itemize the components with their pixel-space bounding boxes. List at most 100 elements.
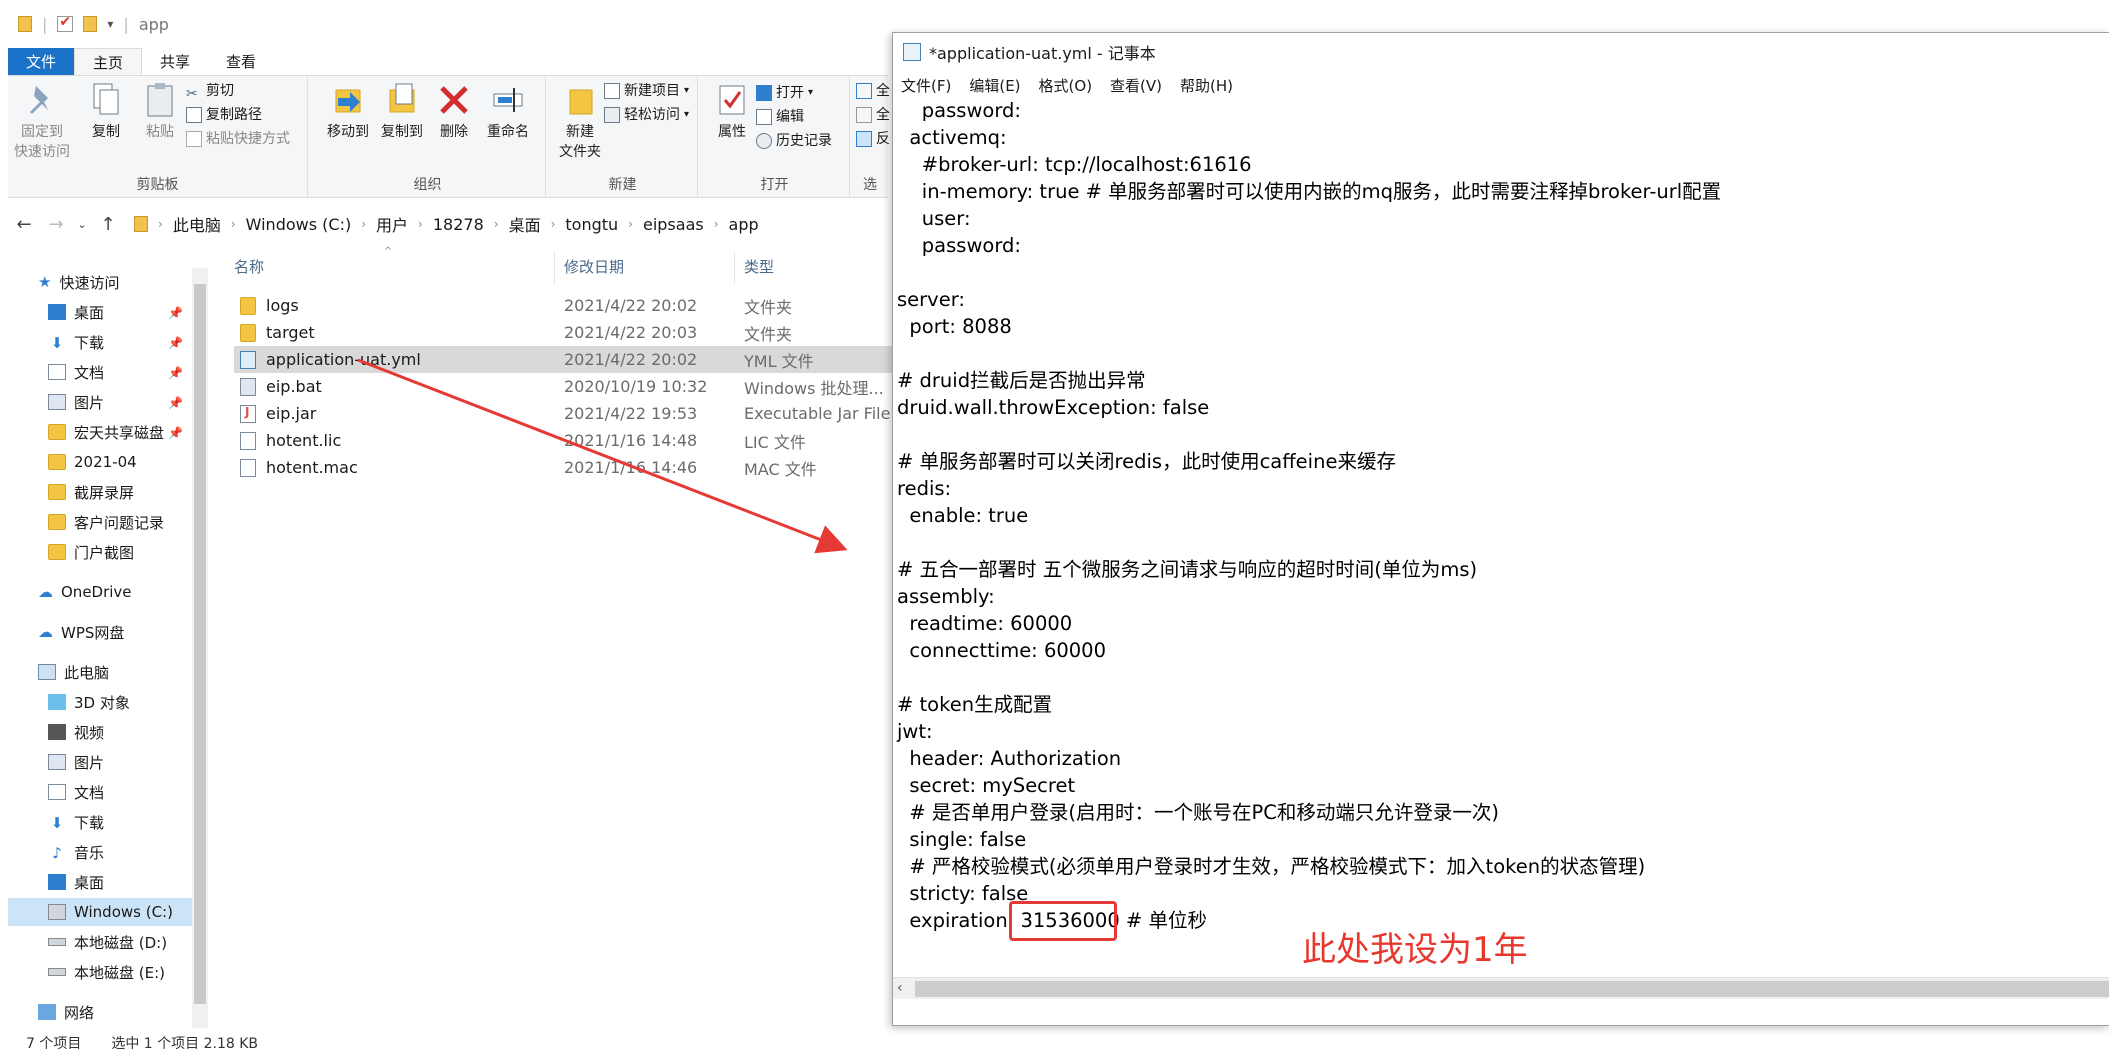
nav-scrollbar-thumb[interactable] [194,284,206,1004]
breadcrumb-item[interactable]: 18278 [433,215,484,234]
nav-item-portal-screenshots[interactable]: 门户截图 [48,538,134,566]
nav-item-documents[interactable]: 文档 [48,358,104,386]
forward-arrow-icon[interactable]: → [40,214,72,235]
menu-help[interactable]: 帮助(H) [1180,75,1233,96]
breadcrumb-item[interactable]: app [729,215,759,234]
breadcrumb-item[interactable]: 用户 [376,212,408,236]
copy-path-button[interactable]: 复制路径 [186,104,262,126]
text-line: in-memory: true # 单服务部署时可以使用内嵌的mq服务，此时需要… [897,180,1722,203]
nav-item-pc-downloads[interactable]: ⬇ 下载 [48,808,104,836]
paste-button[interactable]: 粘贴 [132,82,188,142]
nav-item-windows-c[interactable]: Windows (C:) [8,898,192,926]
tab-view[interactable]: 查看 [208,48,274,75]
column-header-name[interactable]: 名称 [234,256,264,277]
menu-view[interactable]: 查看(V) [1110,75,1162,96]
nav-quick-access[interactable]: ★ 快速访问 [38,268,119,296]
nav-item-drive-e[interactable]: 本地磁盘 (E:) [48,958,165,986]
nav-item-pictures[interactable]: 图片 [48,388,104,416]
text-line: #broker-url: tcp://localhost:61616 [897,153,1252,176]
menu-edit[interactable]: 编辑(E) [969,75,1020,96]
breadcrumb-item[interactable]: 桌面 [509,212,541,236]
pin-icon[interactable]: 📌 [168,366,183,380]
new-folder-icon[interactable] [83,16,98,32]
column-header-type[interactable]: 类型 [744,256,774,277]
copy-path-icon [186,107,202,123]
pin-icon[interactable]: 📌 [168,306,183,320]
copy-to-button[interactable]: 复制到 [374,82,430,142]
nav-item-shared-disk[interactable]: 宏天共享磁盘 [48,418,164,446]
nav-item-pc-pictures[interactable]: 图片 [48,748,104,776]
open-button[interactable]: 打开 ▾ [756,82,813,104]
recent-locations-icon[interactable]: ⌄ [72,218,92,231]
notepad-text-area[interactable]: password: activemq: #broker-url: tcp://l… [895,97,2109,1010]
pin-icon[interactable]: 📌 [168,336,183,350]
select-none-button[interactable]: 全 [856,104,890,126]
new-folder-button[interactable]: 新建 文件夹 [552,82,608,162]
easy-access-button[interactable]: 轻松访问 ▾ [604,104,689,126]
horizontal-scrollbar-thumb[interactable] [915,981,2109,997]
tab-home[interactable]: 主页 [74,48,143,75]
folder-icon [134,216,148,232]
pictures-icon [48,394,66,410]
move-to-button[interactable]: 移动到 [320,82,376,142]
text-line: header: Authorization [897,747,1122,770]
nav-item-3d-objects[interactable]: 3D 对象 [48,688,130,716]
rename-button[interactable]: 重命名 [480,82,536,142]
cut-button[interactable]: ✂ 剪切 [186,80,234,102]
breadcrumb-item[interactable]: 此电脑 [173,212,221,236]
invert-selection-button[interactable]: 反 [856,128,890,150]
file-row-application-uat[interactable]: application-uat.yml 2021/4/22 20:02 YML … [234,346,894,373]
nav-wps[interactable]: ☁ WPS网盘 [38,618,124,646]
up-arrow-icon[interactable]: ↑ [92,214,124,235]
menu-file[interactable]: 文件(F) [901,75,951,96]
file-row-hotent-lic[interactable]: hotent.lic 2021/1/16 14:48 LIC 文件 [234,427,894,454]
file-row-target[interactable]: target 2021/4/22 20:03 文件夹 [234,319,894,346]
column-header-date[interactable]: 修改日期 [564,256,624,277]
scroll-left-icon[interactable]: ‹ [897,977,913,999]
properties-icon[interactable] [57,14,74,32]
file-row-eip-bat[interactable]: eip.bat 2020/10/19 10:32 Windows 批处理... [234,373,894,400]
nav-item-videos[interactable]: 视频 [48,718,104,746]
text-line: # 是否单用户登录(启用时：一个账号在PC和移动端只允许登录一次) [897,801,1500,824]
nav-item-pc-documents[interactable]: 文档 [48,778,104,806]
file-row-hotent-mac[interactable]: hotent.mac 2021/1/16 14:46 MAC 文件 [234,454,894,481]
delete-button[interactable]: 删除 [426,82,482,142]
new-item-button[interactable]: 新建项目 ▾ [604,80,689,102]
breadcrumb-item[interactable]: eipsaas [643,215,704,234]
menu-format[interactable]: 格式(O) [1039,75,1093,96]
pin-icon[interactable]: 📌 [168,396,183,410]
nav-onedrive[interactable]: ☁ OneDrive [38,578,132,606]
nav-item-drive-d[interactable]: 本地磁盘 (D:) [48,928,167,956]
paste-shortcut-button[interactable]: 粘贴快捷方式 [186,128,290,150]
tab-file[interactable]: 文件 [8,48,75,75]
nav-item-screen-recordings[interactable]: 截屏录屏 [48,478,134,506]
nav-item-downloads[interactable]: ⬇ 下载 [48,328,104,356]
nav-item-desktop[interactable]: 桌面 [48,298,104,326]
nav-item-customer-issues[interactable]: 客户问题记录 [48,508,164,536]
copy-button[interactable]: 复制 [78,82,134,142]
text-line: # 严格校验模式(必须单用户登录时才生效，严格校验模式下：加入token的状态管… [897,855,1646,878]
nav-this-pc[interactable]: 此电脑 [38,658,109,686]
breadcrumb-item[interactable]: tongtu [565,215,618,234]
file-name: application-uat.yml [266,350,421,369]
nav-item-pc-desktop[interactable]: 桌面 [48,868,104,896]
pin-quick-access-button[interactable]: 固定到 快速访问 [12,82,72,162]
file-type: YML 文件 [744,351,814,371]
breadcrumb-item[interactable]: Windows (C:) [246,215,352,234]
select-all-button[interactable]: 全 [856,80,890,102]
pin-icon[interactable]: 📌 [168,426,183,440]
nav-item-music[interactable]: ♪ 音乐 [48,838,104,866]
nav-item-2021-04[interactable]: 2021-04 [48,448,137,476]
text-line [895,529,2109,556]
back-arrow-icon[interactable]: ← [8,214,40,235]
quick-access-dropdown-icon[interactable]: ▾ [107,17,113,31]
file-row-eip-jar[interactable]: eip.jar 2021/4/22 19:53 Executable Jar F… [234,400,894,427]
properties-button[interactable]: 属性 [704,82,760,142]
file-row-logs[interactable]: logs 2021/4/22 20:02 文件夹 [234,292,894,319]
easy-access-icon [604,107,620,123]
nav-network[interactable]: 网络 [38,998,94,1026]
history-button[interactable]: 历史记录 [756,130,832,152]
edit-button[interactable]: 编辑 [756,106,804,128]
text-line: assembly: [897,585,995,608]
tab-share[interactable]: 共享 [142,48,208,75]
